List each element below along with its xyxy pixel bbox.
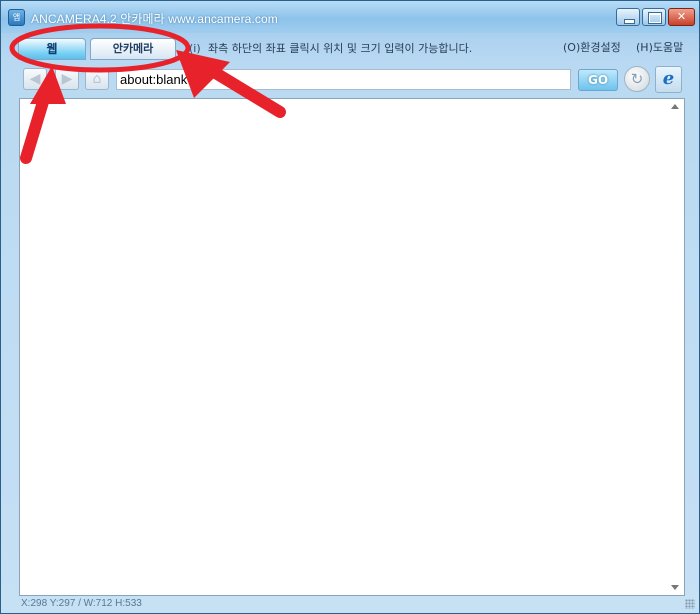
minimize-icon <box>624 19 635 24</box>
refresh-button[interactable]: ↻ <box>624 66 650 92</box>
address-input[interactable] <box>116 69 571 90</box>
home-button[interactable]: ⌂ <box>85 68 109 90</box>
back-arrow-icon: ◀ <box>29 71 41 87</box>
close-icon: ✕ <box>676 10 687 23</box>
resize-grip-icon[interactable] <box>685 599 695 609</box>
browser-toolbar: ◀ ▶ ⌂ GO ↻ e <box>19 63 685 93</box>
tab-ancamera[interactable]: 안카메라 <box>90 38 176 60</box>
maximize-icon <box>649 13 661 23</box>
minimize-button[interactable] <box>616 8 640 26</box>
help-menu[interactable]: (H)도움말 <box>636 39 683 55</box>
info-icon: (i) <box>189 42 201 55</box>
internet-explorer-icon: e <box>662 68 675 89</box>
ie-button[interactable]: e <box>655 66 682 93</box>
window-title: ANCAMERA4.2 안카메라 www.ancamera.com <box>31 12 278 26</box>
title-bar[interactable]: 앱 ANCAMERA4.2 안카메라 www.ancamera.com ✕ <box>1 1 699 33</box>
maximize-button[interactable] <box>642 8 666 26</box>
forward-button[interactable]: ▶ <box>55 68 79 90</box>
settings-menu[interactable]: (O)환경설정 <box>563 39 621 55</box>
home-icon: ⌂ <box>92 71 102 87</box>
coordinate-readout[interactable]: X:298 Y:297 / W:712 H:533 <box>21 598 142 609</box>
forward-arrow-icon: ▶ <box>61 71 73 87</box>
app-window: 앱 ANCAMERA4.2 안카메라 www.ancamera.com ✕ 웹 … <box>0 0 700 614</box>
status-bar: X:298 Y:297 / W:712 H:533 <box>1 596 699 613</box>
refresh-icon: ↻ <box>630 70 644 88</box>
tab-web[interactable]: 웹 <box>18 38 86 60</box>
tab-bar: 웹 안카메라 (i) 좌측 하단의 좌표 클릭시 위치 및 크기 입력이 가능합… <box>1 33 699 61</box>
go-button[interactable]: GO <box>578 69 618 91</box>
app-icon: 앱 <box>8 9 25 26</box>
scroll-up-icon[interactable] <box>671 104 679 109</box>
close-button[interactable]: ✕ <box>668 8 695 26</box>
hint-text: 좌측 하단의 좌표 클릭시 위치 및 크기 입력이 가능합니다. <box>208 42 473 55</box>
scroll-down-icon[interactable] <box>671 585 679 590</box>
back-button[interactable]: ◀ <box>23 68 47 90</box>
web-view[interactable] <box>19 98 685 596</box>
vertical-scrollbar[interactable] <box>668 99 684 595</box>
